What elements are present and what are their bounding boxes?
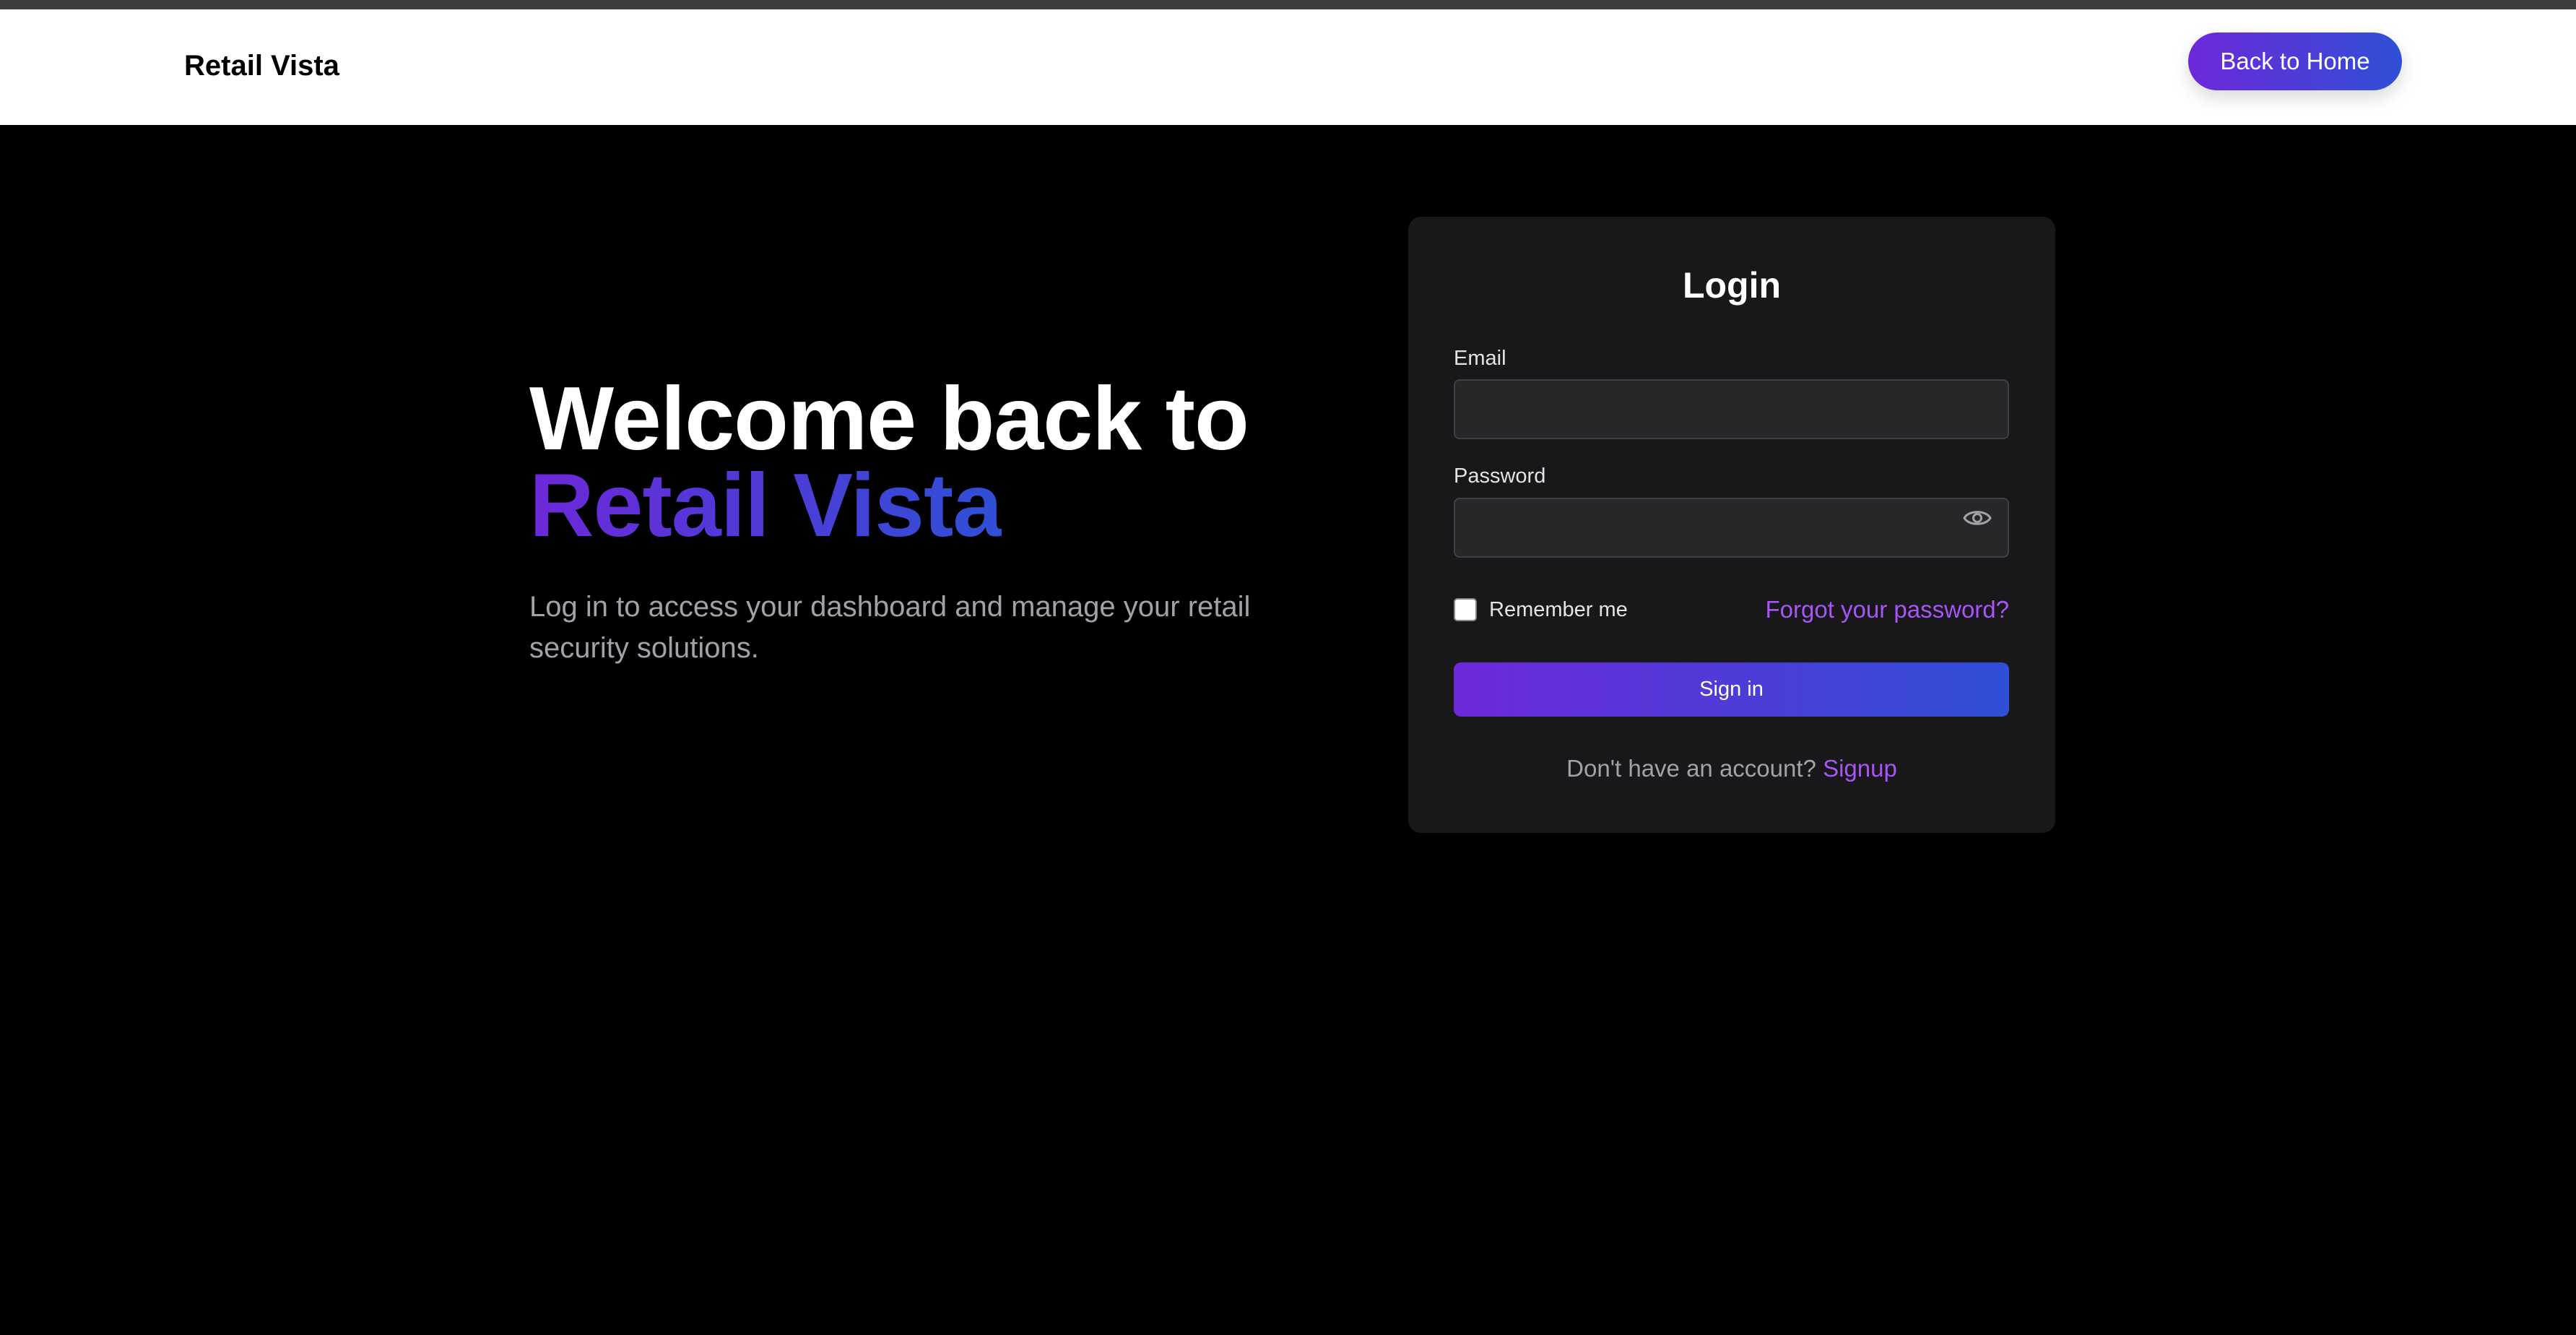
signup-prompt: Don't have an account? Signup — [1408, 755, 2055, 782]
hero-title: Welcome back to Retail Vista — [529, 374, 1324, 556]
forgot-password-link[interactable]: Forgot your password? — [1766, 596, 2010, 623]
hero-title-line1: Welcome back to — [529, 369, 1249, 469]
back-to-home-button[interactable]: Back to Home — [2188, 33, 2402, 90]
site-header: Retail Vista Back to Home — [0, 9, 2576, 125]
hero: Welcome back to Retail Vista Log in to a… — [529, 374, 1324, 669]
eye-icon[interactable] — [1963, 507, 1992, 529]
hero-subtitle: Log in to access your dashboard and mana… — [529, 591, 1251, 664]
remember-me-checkbox[interactable] — [1454, 598, 1477, 621]
hero-title-brand: Retail Vista — [529, 456, 1002, 556]
password-label: Password — [1454, 465, 1546, 488]
password-input[interactable] — [1454, 498, 2009, 558]
browser-top-bar — [0, 0, 2576, 9]
sign-in-button[interactable]: Sign in — [1454, 662, 2009, 717]
login-card: Login Email Password Remember me Forgot … — [1408, 217, 2055, 833]
email-label: Email — [1454, 347, 1506, 370]
signup-link[interactable]: Signup — [1823, 755, 1897, 782]
login-title: Login — [1682, 265, 1782, 306]
remember-me-label[interactable]: Remember me — [1489, 598, 1628, 622]
no-account-text: Don't have an account? — [1566, 755, 1816, 782]
email-input[interactable] — [1454, 379, 2009, 439]
brand-logo[interactable]: Retail Vista — [184, 50, 339, 82]
